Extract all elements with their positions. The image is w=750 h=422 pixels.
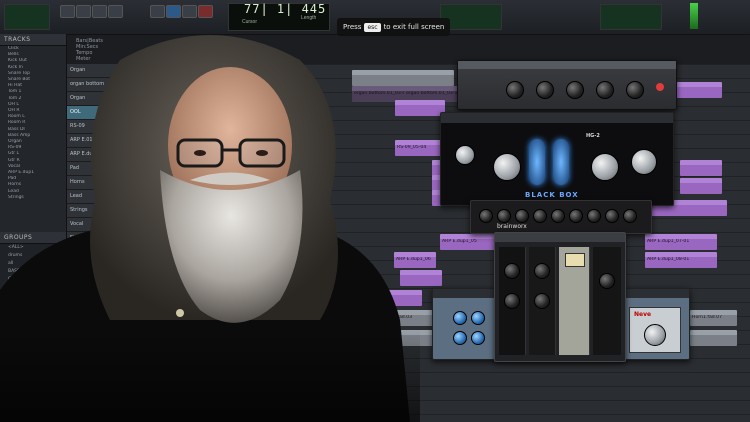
level-meter — [690, 3, 698, 29]
knob[interactable] — [453, 331, 467, 345]
plugin-compressor-window[interactable] — [457, 60, 677, 110]
knob[interactable] — [515, 209, 529, 223]
clip[interactable]: ARP E.dup1_08-01 — [645, 252, 717, 268]
plugin-blackbox-window[interactable]: HG-2 BLACK BOX — [440, 112, 674, 206]
knob[interactable] — [569, 209, 583, 223]
tube-icon — [529, 139, 545, 185]
record-button[interactable] — [198, 5, 213, 18]
clip[interactable]: ARP E.dup1_05 — [440, 234, 502, 250]
knob[interactable] — [493, 153, 521, 181]
knob[interactable] — [623, 209, 637, 223]
photo-shadow — [0, 330, 420, 422]
knob[interactable] — [471, 311, 485, 325]
clip[interactable] — [680, 178, 722, 194]
module-slot — [593, 247, 621, 355]
knob[interactable] — [453, 311, 467, 325]
neve-meter-panel: Neve — [629, 307, 681, 353]
plugin-titlebar[interactable] — [458, 61, 676, 69]
knob[interactable] — [506, 81, 524, 99]
power-led — [656, 83, 664, 91]
knob[interactable] — [566, 81, 584, 99]
knob[interactable] — [533, 209, 547, 223]
knob[interactable] — [534, 263, 550, 279]
vu-meter — [565, 253, 585, 267]
knob[interactable] — [479, 209, 493, 223]
clip[interactable]: ARP E.dup1_07-01 — [645, 234, 717, 250]
knob[interactable] — [596, 81, 614, 99]
plugin-model-label: HG-2 — [586, 133, 600, 139]
stop-button[interactable] — [182, 5, 197, 18]
rewind-button[interactable] — [150, 5, 165, 18]
clip[interactable]: Horn1.fad.07 — [690, 310, 737, 326]
knob[interactable] — [504, 293, 520, 309]
tool-button[interactable] — [108, 5, 123, 18]
tool-button[interactable] — [60, 5, 75, 18]
tool-button[interactable] — [92, 5, 107, 18]
clip[interactable] — [690, 330, 737, 346]
knob[interactable] — [455, 145, 475, 165]
knob[interactable] — [605, 209, 619, 223]
play-button[interactable] — [166, 5, 181, 18]
knob[interactable] — [471, 331, 485, 345]
tool-button[interactable] — [76, 5, 91, 18]
knob[interactable] — [551, 209, 565, 223]
plugin-titlebar[interactable] — [441, 113, 673, 123]
knob[interactable] — [631, 149, 657, 175]
plugin-brainworx-window[interactable]: brainworx — [494, 223, 626, 362]
knob[interactable] — [591, 153, 619, 181]
knob[interactable] — [504, 263, 520, 279]
knob[interactable] — [534, 293, 550, 309]
knob[interactable] — [644, 324, 666, 346]
display-panel — [600, 4, 662, 30]
plugin-brand-label: Neve — [634, 311, 652, 318]
knob[interactable] — [497, 209, 511, 223]
tube-icon — [553, 139, 569, 185]
knob[interactable] — [626, 81, 644, 99]
knob[interactable] — [599, 273, 615, 289]
plugin-brand-label: brainworx — [497, 223, 527, 230]
main-counter-value: 77| 1| 445 — [244, 2, 327, 16]
knob[interactable] — [536, 81, 554, 99]
clip[interactable] — [680, 160, 722, 176]
plugin-brand-label: BLACK BOX — [525, 191, 579, 199]
plugin-titlebar[interactable] — [495, 233, 625, 242]
knob[interactable] — [587, 209, 601, 223]
